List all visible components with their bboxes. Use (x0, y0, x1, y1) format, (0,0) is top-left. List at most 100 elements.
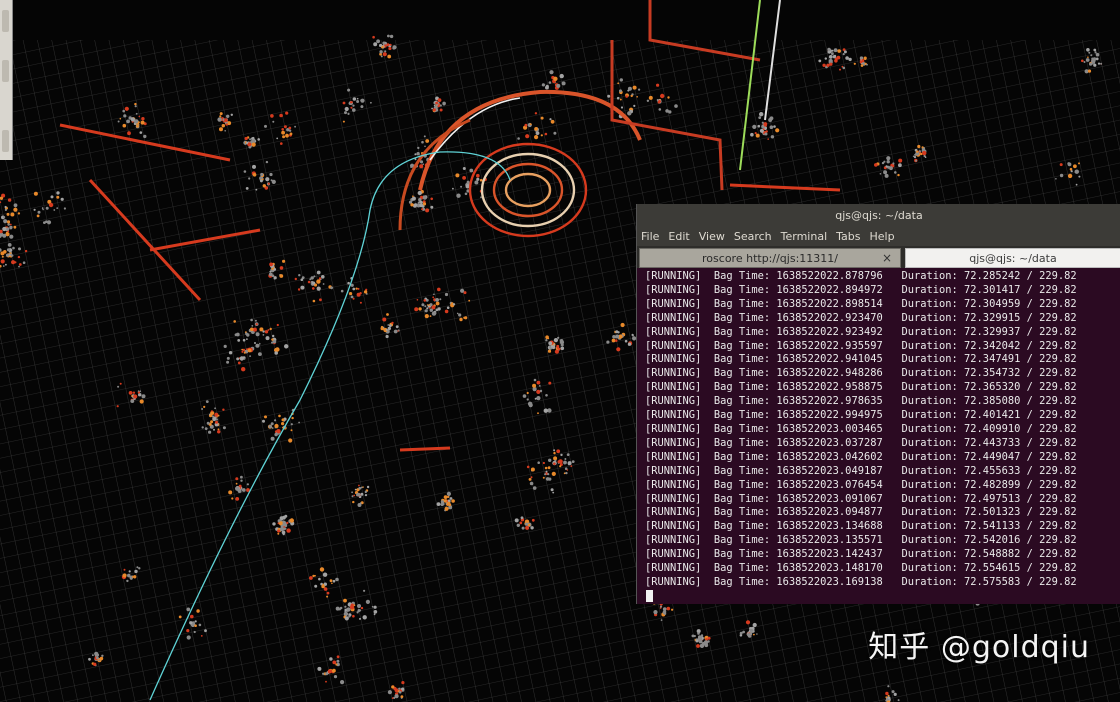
cloud-point (549, 118, 552, 121)
cloud-point (209, 414, 213, 418)
cloud-point (561, 81, 566, 86)
panel-handle[interactable] (2, 130, 9, 152)
cloud-point (356, 292, 361, 297)
cloud-point (326, 591, 330, 595)
cloud-point (133, 575, 137, 579)
cloud-point (18, 247, 21, 251)
cloud-point (662, 610, 667, 614)
menu-search[interactable]: Search (734, 230, 772, 243)
cloud-point (697, 632, 700, 635)
cloud-point (666, 606, 671, 611)
cloud-point (380, 55, 383, 58)
panel-handle[interactable] (2, 10, 9, 32)
cloud-point (459, 317, 463, 322)
cloud-point (127, 131, 131, 136)
menu-file[interactable]: File (641, 230, 659, 243)
cloud-point (241, 367, 246, 372)
panel-handle[interactable] (2, 60, 9, 82)
menu-view[interactable]: View (699, 230, 725, 243)
cloud-point (294, 125, 296, 128)
cloud-point (1094, 51, 1097, 54)
cloud-point (262, 334, 265, 336)
cloud-point (352, 297, 355, 300)
terminal-line: [RUNNING] Bag Time: 1638522022.898514 Du… (645, 297, 1077, 310)
cloud-point (842, 53, 845, 56)
cloud-point (269, 262, 273, 267)
cloud-point (138, 567, 141, 570)
tab-roscore[interactable]: roscore http://qjs:11311/ × (639, 248, 901, 268)
cloud-point (886, 160, 890, 164)
cloud-point (143, 134, 147, 139)
cloud-point (212, 415, 215, 418)
cloud-point (525, 134, 530, 139)
cloud-point (606, 340, 610, 344)
cloud-point (134, 105, 137, 108)
cloud-point (563, 460, 567, 465)
cloud-point (248, 177, 251, 180)
cloud-point (1086, 48, 1090, 52)
cloud-point (249, 355, 252, 357)
cloud-point (570, 465, 573, 467)
cloud-point (350, 106, 353, 109)
cloud-point (382, 41, 386, 45)
menu-tabs[interactable]: Tabs (836, 230, 860, 243)
cloud-point (752, 622, 757, 628)
cloud-point (548, 458, 552, 462)
cloud-point (325, 680, 327, 683)
cloud-point (444, 309, 449, 314)
cloud-point (371, 605, 374, 608)
cloud-point (255, 332, 260, 337)
cloud-point (53, 209, 56, 211)
cloud-point (246, 483, 249, 486)
cloud-point (1088, 51, 1091, 54)
tab-data[interactable]: qjs@qjs: ~/data (905, 248, 1120, 268)
cloud-point (344, 106, 349, 112)
cloud-point (4, 205, 7, 209)
cloud-point (559, 73, 564, 79)
cloud-point (547, 349, 552, 353)
cursor-icon (646, 589, 653, 602)
cloud-point (356, 100, 360, 103)
cloud-point (648, 95, 653, 100)
menu-help[interactable]: Help (870, 230, 895, 243)
cloud-point (667, 96, 670, 99)
close-icon[interactable]: × (882, 251, 892, 265)
cloud-point (245, 187, 249, 190)
cloud-point (707, 636, 711, 640)
cloud-point (428, 304, 431, 306)
cloud-point (298, 421, 300, 424)
cloud-point (828, 58, 833, 64)
cloud-point (633, 104, 636, 107)
cloud-point (439, 108, 443, 112)
cloud-point (265, 336, 270, 341)
cloud-point (617, 82, 620, 85)
terminal-window[interactable]: qjs@qjs: ~/data File Edit View Search Te… (636, 204, 1120, 604)
cloud-point (522, 394, 527, 398)
cloud-point (529, 481, 534, 486)
cloud-point (360, 105, 364, 109)
terminal-output[interactable]: [RUNNING] Bag Time: 1638522022.878796 Du… (637, 268, 1120, 604)
cloud-point (433, 311, 437, 315)
terminal-line: [RUNNING] Bag Time: 1638522023.148170 Du… (645, 562, 1077, 575)
cloud-point (252, 173, 257, 177)
cloud-point (274, 423, 279, 429)
cloud-point (885, 699, 888, 702)
cloud-point (387, 690, 392, 695)
cloud-point (344, 616, 349, 621)
cloud-point (428, 307, 431, 309)
cloud-point (60, 197, 64, 201)
cloud-point (289, 132, 293, 136)
cloud-point (547, 337, 550, 340)
menu-terminal[interactable]: Terminal (781, 230, 828, 243)
cloud-point (432, 296, 435, 299)
cloud-point (761, 121, 764, 124)
cloud-point (554, 459, 557, 462)
menu-edit[interactable]: Edit (668, 230, 689, 243)
cloud-point (285, 133, 289, 138)
cloud-point (37, 210, 41, 214)
cloud-point (769, 125, 774, 129)
cloud-point (352, 287, 356, 291)
cloud-point (566, 453, 570, 456)
cloud-point (269, 327, 272, 331)
terminal-titlebar[interactable]: qjs@qjs: ~/data (637, 204, 1120, 226)
